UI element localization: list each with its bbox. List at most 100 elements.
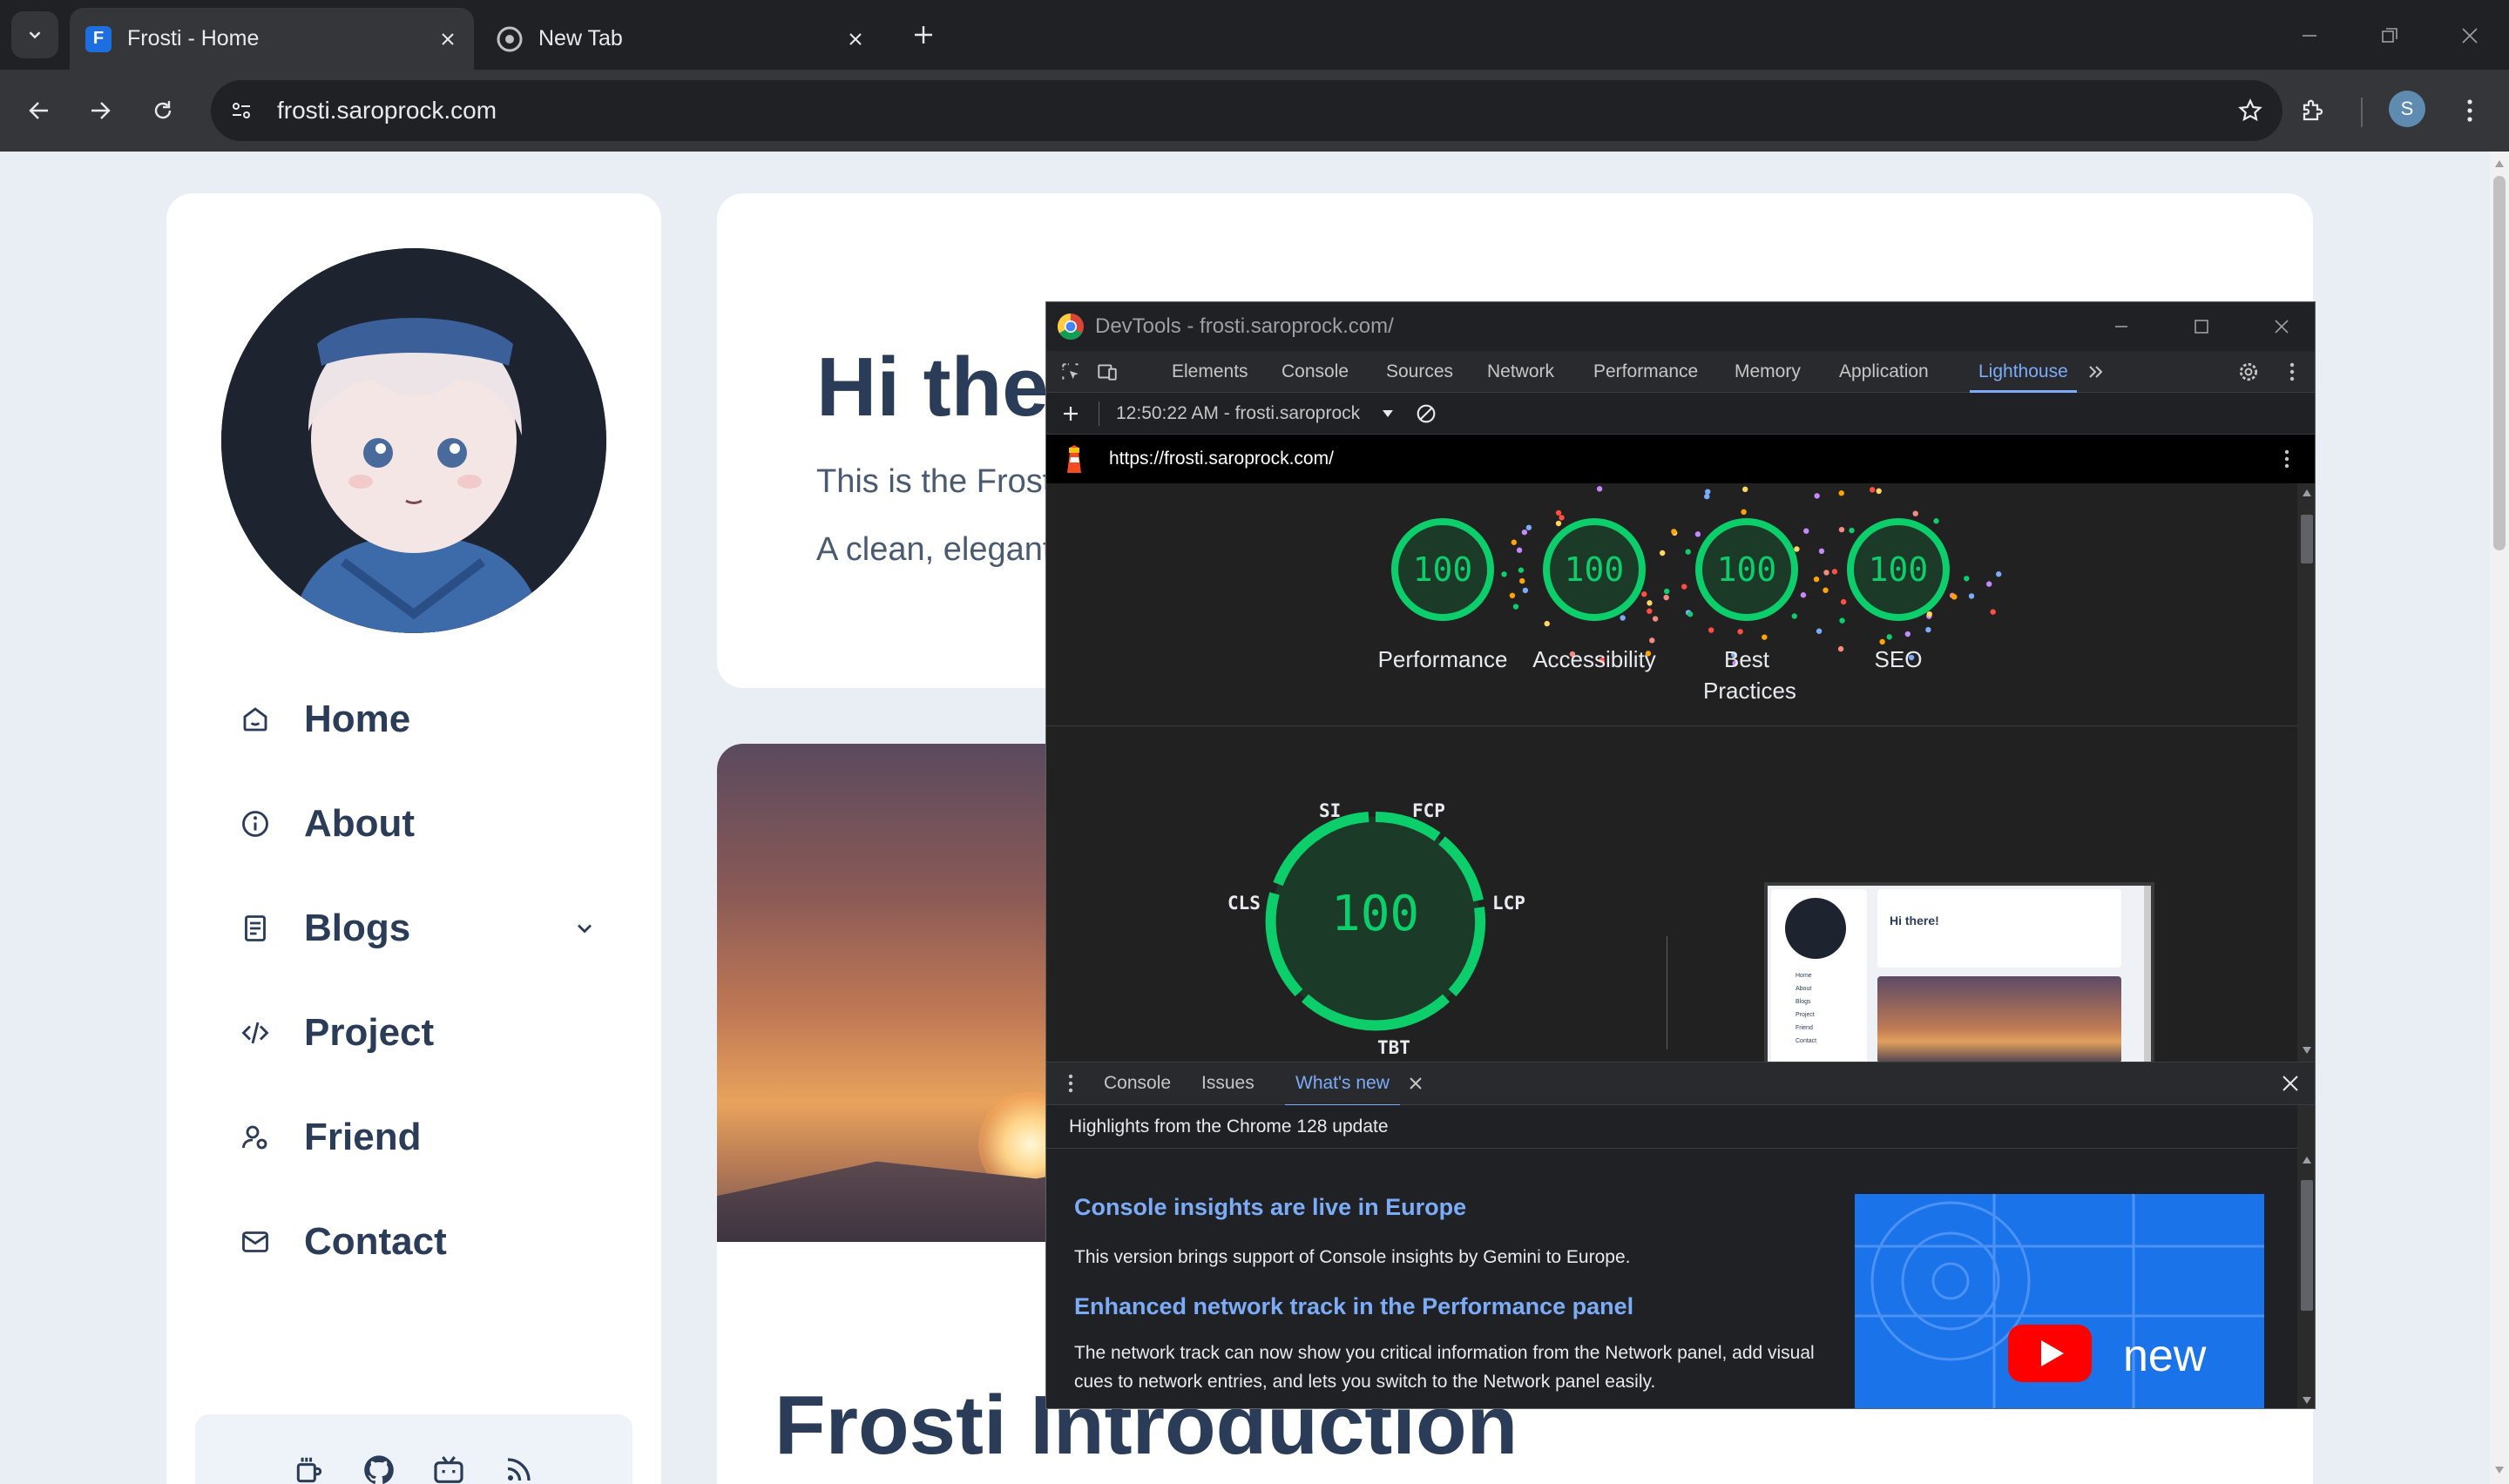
youtube-play-icon (2008, 1325, 2092, 1382)
tab-lighthouse[interactable]: Lighthouse (1970, 351, 2077, 393)
more-tabs-icon[interactable] (2080, 356, 2111, 388)
chevron-down-icon[interactable] (567, 911, 602, 946)
confetti-dot (1519, 577, 1525, 584)
tab-application[interactable]: Application (1839, 351, 1929, 393)
scroll-down-arrow-icon[interactable] (2492, 1463, 2506, 1477)
minimize-button[interactable] (2289, 16, 2330, 56)
tab-performance[interactable]: Performance (1593, 351, 1698, 393)
confetti-dot (1704, 493, 1710, 500)
sidebar-item-about[interactable]: About (236, 793, 602, 854)
scroll-up-arrow-icon[interactable] (2492, 157, 2506, 171)
new-tab-button[interactable] (906, 17, 941, 52)
clear-reports-icon[interactable] (1410, 398, 1442, 429)
drawer-tab-issues[interactable]: Issues (1201, 1062, 1254, 1104)
close-tab-icon[interactable] (840, 24, 871, 55)
extensions-button[interactable] (2291, 89, 2335, 132)
score-gauge-best-practices[interactable]: 100 (1692, 515, 1802, 624)
forward-button[interactable] (78, 89, 122, 132)
scroll-thumb[interactable] (2301, 1180, 2313, 1311)
confetti-dot (1876, 488, 1882, 495)
confetti-dot (1831, 569, 1838, 575)
whats-new-scrollbar[interactable] (2297, 1105, 2315, 1408)
lighthouse-report-urlbar: https://frosti.saroprock.com/ (1046, 435, 2315, 483)
section-divider (1046, 725, 2297, 726)
confetti-dot (1664, 588, 1670, 595)
profile-avatar[interactable]: S (2389, 91, 2425, 127)
devtools-maximize-button[interactable] (2177, 302, 2226, 351)
devtools-title: DevTools - frosti.saroprock.com/ (1095, 314, 1394, 338)
more-vert-icon[interactable] (2276, 356, 2308, 388)
confetti-dot (1521, 529, 1528, 536)
score-gauge-performance[interactable]: 100 (1388, 515, 1498, 624)
devtools-minimize-button[interactable] (2097, 302, 2146, 351)
feature-title-link[interactable]: Enhanced network track in the Performanc… (1074, 1293, 1633, 1320)
new-report-plus-icon[interactable] (1055, 398, 1086, 429)
final-screenshot-thumbnail[interactable]: Home About Blogs Project Friend Contact Hi th… (1764, 882, 2154, 1062)
thumb-nav: Home About Blogs Project Friend Contact (1796, 973, 1817, 1044)
settings-gear-icon[interactable] (2233, 356, 2264, 388)
confetti-dot (1814, 493, 1820, 499)
tab-elements[interactable]: Elements (1172, 351, 1248, 393)
report-scrollbar[interactable] (2297, 483, 2315, 1062)
address-bar[interactable]: frosti.saroprock.com (211, 80, 2282, 141)
report-url[interactable]: https://frosti.saroprock.com/ (1109, 435, 1334, 483)
confetti-dot (1838, 490, 1844, 496)
chrome-menu-button[interactable] (2448, 89, 2492, 132)
drawer-tab-console[interactable]: Console (1104, 1062, 1171, 1104)
drawer-tab-whats-new[interactable]: What's new (1285, 1062, 1400, 1107)
confetti-dot (1964, 576, 1970, 582)
tab-memory[interactable]: Memory (1735, 351, 1801, 393)
sidebar-item-blogs[interactable]: Blogs (236, 898, 602, 959)
devtools-panel-tabs: Elements Console Sources Network Perform… (1046, 351, 2315, 393)
tab-console[interactable]: Console (1282, 351, 1349, 393)
dropdown-triangle-icon[interactable] (1372, 398, 1403, 429)
tab-new-tab[interactable]: New Tab (481, 8, 882, 70)
scroll-thumb[interactable] (2493, 176, 2506, 550)
score-gauge-accessibility[interactable]: 100 (1539, 515, 1649, 624)
tab-search-button[interactable] (11, 11, 58, 58)
confetti-dot (1813, 576, 1820, 583)
tab-sources[interactable]: Sources (1386, 351, 1453, 393)
back-button[interactable] (17, 89, 61, 132)
sidebar-item-label: Blogs (304, 907, 411, 949)
inspect-element-icon[interactable] (1055, 356, 1086, 388)
close-tab-icon[interactable] (432, 24, 463, 55)
rss-icon[interactable] (499, 1451, 538, 1484)
arrow-right-icon (91, 102, 111, 119)
bookmark-star-icon[interactable] (2228, 89, 2272, 132)
report-selector[interactable]: 12:50:22 AM - frosti.saroprock (1116, 393, 1360, 435)
scroll-thumb[interactable] (2301, 515, 2313, 563)
confetti-dot (1671, 529, 1677, 535)
site-info-icon[interactable] (220, 89, 263, 132)
whats-new-video-banner[interactable]: new (1855, 1194, 2264, 1408)
sidebar-item-project[interactable]: Project (236, 1002, 602, 1063)
sidebar-item-home[interactable]: Home (236, 689, 602, 750)
confetti-dot (1509, 592, 1516, 599)
book-icon (236, 909, 274, 948)
bilibili-icon[interactable] (429, 1451, 468, 1484)
page-scrollbar[interactable] (2490, 152, 2509, 1484)
sidebar-item-friend[interactable]: Friend (236, 1107, 602, 1168)
tab-network[interactable]: Network (1487, 351, 1554, 393)
reload-button[interactable] (141, 89, 185, 132)
performance-score: 100 (1331, 886, 1420, 942)
score-gauge-seo[interactable]: 100 (1843, 515, 1953, 624)
restore-button[interactable] (2370, 16, 2410, 56)
tab-frosti-home[interactable]: F Frosti - Home (70, 8, 474, 70)
puzzle-icon (2303, 99, 2323, 121)
thumb-title: Hi there! (1890, 914, 1939, 928)
coffee-icon[interactable] (290, 1451, 328, 1484)
chevron-down-icon (29, 31, 41, 39)
close-window-button[interactable] (2450, 16, 2490, 56)
feature-title-link[interactable]: Console insights are live in Europe (1074, 1194, 1466, 1221)
close-drawer-icon[interactable] (2282, 1075, 2299, 1092)
social-links (195, 1414, 632, 1484)
close-tab-icon[interactable] (1409, 1076, 1423, 1090)
device-toolbar-icon[interactable] (1092, 356, 1123, 388)
devtools-close-button[interactable] (2257, 302, 2306, 351)
avatar-illustration (221, 248, 606, 633)
github-icon[interactable] (360, 1451, 398, 1484)
sidebar-item-contact[interactable]: Contact (236, 1211, 602, 1272)
confetti-dot (1518, 567, 1525, 573)
sidebar-item-label: About (304, 802, 416, 845)
